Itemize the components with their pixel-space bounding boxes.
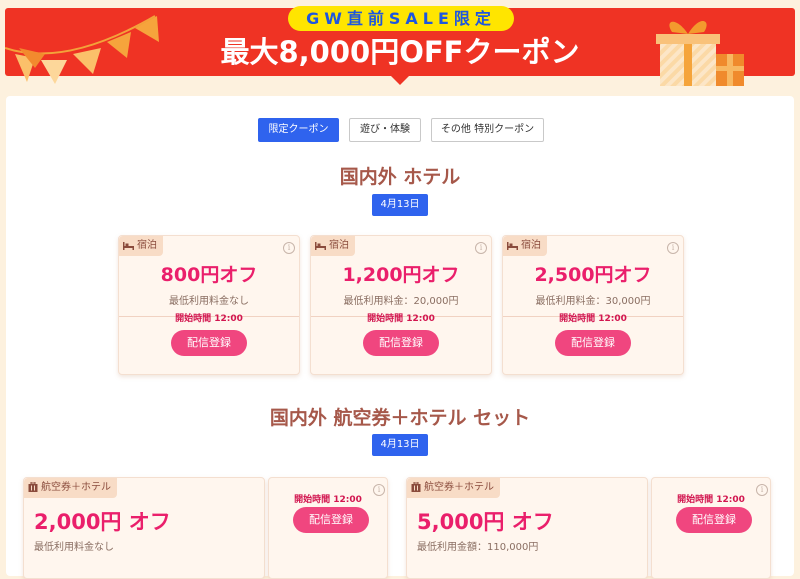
hotel-coupon-card: 宿泊 i 800円オフ 最低利用料金なし 開始時間 12:00 配信登録 [118, 235, 300, 375]
tab-limited-coupon[interactable]: 限定クーポン [258, 118, 339, 142]
category-tag: 航空券＋ホテル [407, 478, 500, 498]
register-button[interactable]: 配信登録 [171, 330, 247, 356]
start-time: 開始時間 12:00 [294, 495, 362, 505]
tab-other-coupons[interactable]: その他 特別クーポン [431, 118, 544, 142]
discount-amount: 5,000円 オフ [417, 510, 554, 534]
info-icon[interactable]: i [475, 242, 487, 254]
bed-icon [123, 241, 134, 250]
category-tabs: 限定クーポン 遊び・体験 その他 特別クーポン [0, 118, 800, 142]
category-tag: 宿泊 [311, 236, 355, 256]
bundle-coupon-action: i 開始時間 12:00 配信登録 [268, 477, 388, 579]
bunting-decoration [5, 15, 159, 84]
category-label: 宿泊 [521, 240, 541, 251]
hotel-coupon-card: 宿泊 i 2,500円オフ 最低利用料金：30,000円 開始時間 12:00 … [502, 235, 684, 375]
discount-amount: 1,200円オフ [342, 264, 460, 286]
tab-activities[interactable]: 遊び・体験 [349, 118, 421, 142]
register-button[interactable]: 配信登録 [555, 330, 631, 356]
gift-box-decoration [656, 20, 744, 86]
info-icon[interactable]: i [667, 242, 679, 254]
luggage-icon [28, 481, 38, 492]
bed-icon [315, 241, 326, 250]
minimum-usage: 最低利用金額：110,000円 [417, 542, 539, 553]
bundle-coupon-card: 航空券＋ホテル 2,000円 オフ 最低利用料金なし [23, 477, 265, 579]
register-button[interactable]: 配信登録 [363, 330, 439, 356]
bundle-coupon-action: i 開始時間 12:00 配信登録 [651, 477, 771, 579]
discount-amount: 2,500円オフ [534, 264, 652, 286]
register-button[interactable]: 配信登録 [676, 507, 752, 533]
sale-banner: GW直前SALE限定 最大8,000円OFFクーポン [0, 0, 800, 86]
section-title-hotels: 国内外 ホテル [339, 166, 461, 188]
category-label: 航空券＋ホテル [424, 482, 494, 493]
luggage-icon [411, 481, 421, 492]
bed-icon [507, 241, 518, 250]
register-button[interactable]: 配信登録 [293, 507, 369, 533]
date-badge-hotels[interactable]: 4月13日 [372, 194, 428, 216]
minimum-usage: 最低利用料金：20,000円 [343, 296, 459, 307]
category-tag: 宿泊 [119, 236, 163, 256]
banner-title: 最大8,000円OFFクーポン [220, 35, 580, 69]
info-icon[interactable]: i [283, 242, 295, 254]
start-time: 開始時間 12:00 [559, 314, 627, 324]
minimum-usage: 最低利用料金なし [169, 296, 249, 307]
bundle-coupon-card: 航空券＋ホテル 5,000円 オフ 最低利用金額：110,000円 [406, 477, 648, 579]
category-tag: 宿泊 [503, 236, 547, 256]
sale-badge: GW直前SALE限定 [288, 6, 514, 31]
category-label: 宿泊 [329, 240, 349, 251]
minimum-usage: 最低利用料金なし [34, 542, 114, 553]
hotel-coupon-card: 宿泊 i 1,200円オフ 最低利用料金：20,000円 開始時間 12:00 … [310, 235, 492, 375]
minimum-usage: 最低利用料金：30,000円 [535, 296, 651, 307]
category-tag: 航空券＋ホテル [24, 478, 117, 498]
date-badge-flight-hotel[interactable]: 4月13日 [372, 434, 428, 456]
section-title-flight-hotel: 国内外 航空券＋ホテル セット [269, 407, 531, 429]
discount-amount: 800円オフ [160, 264, 258, 286]
category-label: 宿泊 [137, 240, 157, 251]
start-time: 開始時間 12:00 [175, 314, 243, 324]
start-time: 開始時間 12:00 [677, 495, 745, 505]
banner-notch [391, 76, 409, 85]
start-time: 開始時間 12:00 [367, 314, 435, 324]
discount-amount: 2,000円 オフ [34, 510, 171, 534]
category-label: 航空券＋ホテル [41, 482, 111, 493]
